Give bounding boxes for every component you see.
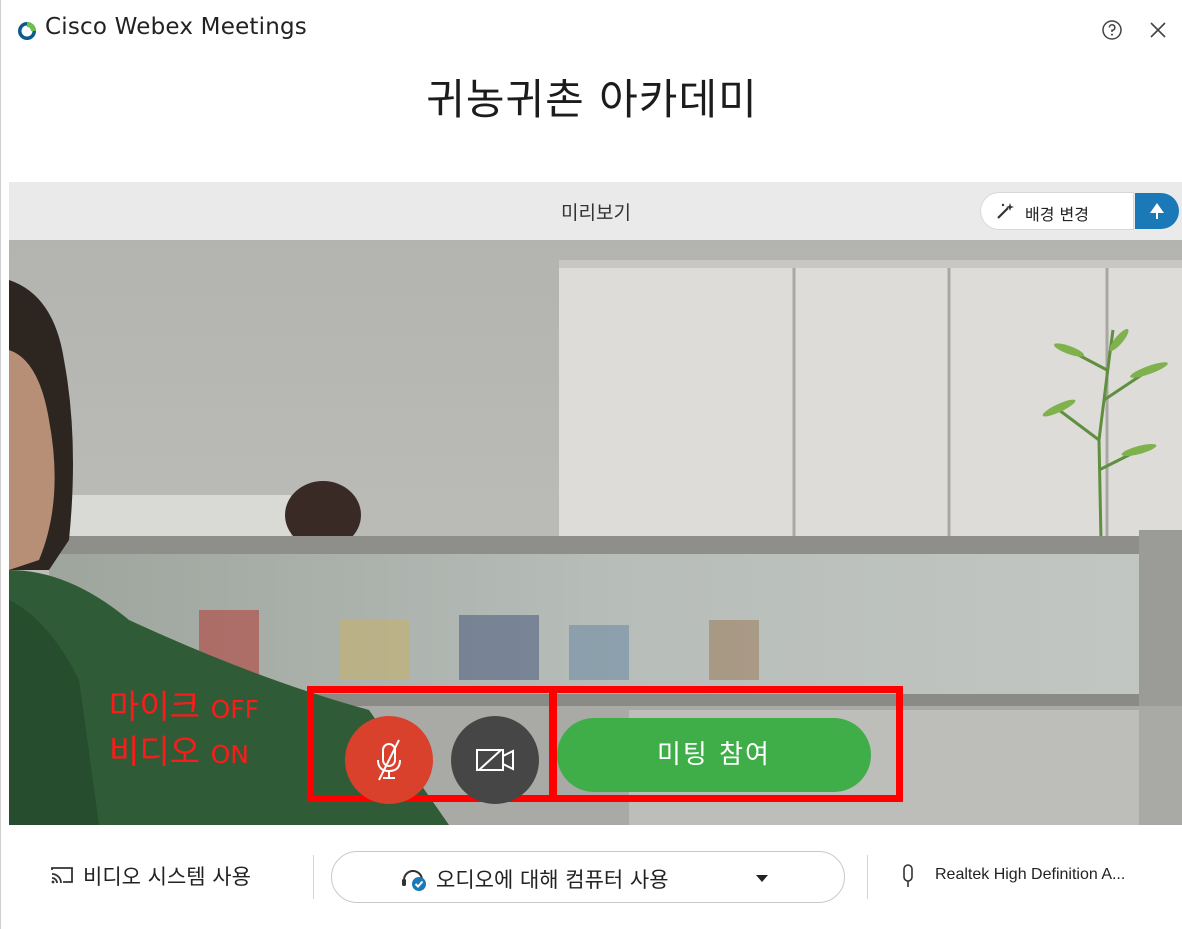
- help-circle-icon[interactable]: [1101, 19, 1123, 41]
- change-background-button[interactable]: 배경 변경: [981, 193, 1133, 229]
- annotation-line-video: 비디오 ON: [109, 732, 249, 771]
- close-icon[interactable]: [1147, 19, 1169, 41]
- microphone-device-label[interactable]: Realtek High Definition A...: [935, 866, 1125, 884]
- annotation-line-mic: 마이크 OFF: [109, 687, 260, 726]
- app-title: Cisco Webex Meetings: [45, 14, 307, 40]
- audio-connection-select[interactable]: 오디오에 대해 컴퓨터 사용: [331, 851, 845, 903]
- divider: [313, 855, 314, 899]
- headset-icon: [402, 870, 426, 891]
- annotation-text: 마이크 OFF 비디오 ON: [109, 686, 259, 776]
- meeting-title: 귀농귀촌 아카데미: [426, 75, 758, 124]
- microphone-icon[interactable]: [901, 863, 915, 889]
- dropdown-caret-icon: [756, 875, 768, 882]
- preview-header: 미리보기 배경 변경: [9, 182, 1182, 240]
- change-background-label: 배경 변경: [1025, 205, 1089, 224]
- blur-tree-icon: [1150, 203, 1164, 219]
- webex-logo-icon: [18, 22, 36, 40]
- join-meeting-button[interactable]: 미팅 참여: [557, 718, 871, 792]
- use-video-system-label: 비디오 시스템 사용: [83, 865, 251, 889]
- divider: [867, 855, 868, 899]
- footer-bar: 비디오 시스템 사용 오디오에 대해 컴퓨터 사용 Realtek High D…: [1, 825, 1182, 929]
- audio-connection-label: 오디오에 대해 컴퓨터 사용: [436, 868, 669, 892]
- mic-off-icon: [377, 739, 401, 781]
- webex-window: Cisco Webex Meetings 귀농귀촌 아카데미 미리보기 배경 변…: [0, 0, 1182, 929]
- magic-wand-icon: [997, 203, 1014, 219]
- cast-icon: [51, 867, 73, 884]
- video-button[interactable]: [451, 716, 539, 804]
- background-toggle-button[interactable]: [1135, 193, 1179, 229]
- video-preview: 미리보기 배경 변경 마이크 OFF 비디오 ON 미팅 참여: [9, 182, 1182, 825]
- mute-button[interactable]: [345, 716, 433, 804]
- use-video-system-button[interactable]: 비디오 시스템 사용: [49, 861, 251, 891]
- title-bar: Cisco Webex Meetings: [1, 0, 1182, 62]
- video-camera-icon: [476, 749, 514, 771]
